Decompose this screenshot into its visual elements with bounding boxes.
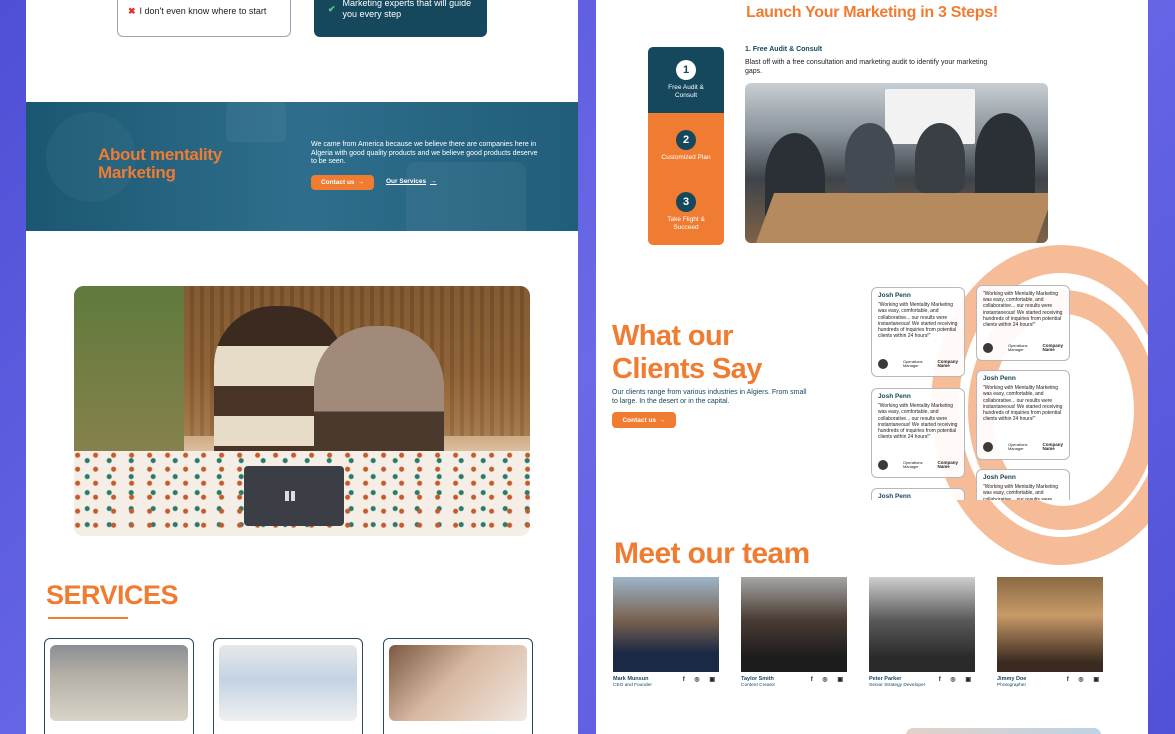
testimonial-card: "Working with Mentality Marketing was ea…: [976, 285, 1070, 361]
social-icons[interactable]: f ◎ ▣: [683, 676, 719, 683]
arrow-right-icon: →: [430, 178, 437, 185]
contact-us-label: Contact us: [622, 416, 657, 424]
about-title: About mentality Marketing: [98, 145, 222, 182]
member-role: Senior Strategy Developer: [869, 683, 926, 688]
social-icons[interactable]: f ◎ ▣: [811, 676, 847, 683]
social-icons[interactable]: f ◎ ▣: [939, 676, 975, 683]
service-card[interactable]: [213, 638, 363, 734]
service-image: [50, 645, 188, 721]
avatar: [878, 358, 888, 369]
services-underline: [48, 617, 128, 619]
step-number: 3: [676, 192, 696, 212]
testimonial-quote: "Working with Mentality Marketing was ea…: [983, 385, 1063, 423]
testimonial-role: Operations Manager: [1007, 441, 1028, 452]
arrow-right-icon: →: [357, 179, 365, 186]
step-label: Free Audit & Consult: [668, 84, 704, 99]
testimonial-name: Josh Penn: [878, 393, 911, 400]
testimonial-name: Josh Penn: [878, 493, 911, 500]
company-name: Company Name: [1042, 342, 1063, 353]
avatar: [983, 342, 993, 353]
about-banner: About mentality Marketing We came from A…: [26, 102, 578, 231]
testimonial-card: Josh Penn "Working with Mentality Market…: [976, 370, 1070, 460]
testimonial-role: Operations Manager: [902, 459, 923, 470]
member-name: Mark Munsun: [613, 676, 649, 682]
left-page-preview: ✖ I don't even know where to start ✔ Mark…: [26, 0, 578, 734]
launch-title: Launch Your Marketing in 3 Steps!: [746, 4, 998, 21]
avatar: [878, 459, 888, 470]
hero-photo: [74, 286, 530, 536]
pain-point-card: ✖ I don't even know where to start: [117, 0, 291, 37]
member-name: Jimmy Doe: [997, 676, 1027, 682]
steps-list: 1 Free Audit & Consult 2 Customized Plan…: [648, 47, 724, 245]
member-photo: [613, 577, 719, 672]
testimonial-role: Operations Manager: [902, 358, 923, 369]
contact-us-button[interactable]: Contact us →: [612, 412, 676, 428]
company-name: Company Name: [1042, 441, 1063, 452]
service-image: [219, 645, 357, 721]
step-item[interactable]: 2 Customized Plan: [648, 113, 724, 179]
clients-title: What our Clients Say: [612, 320, 762, 386]
testimonial-card: Josh Penn: [871, 488, 965, 500]
step-description: Blast off with a free consultation and m…: [745, 59, 988, 75]
benefit-card: ✔ Marketing experts that will guide you …: [314, 0, 487, 37]
testimonial-card: Josh Penn "Working with Mentality Market…: [976, 469, 1070, 500]
testimonial-name: Josh Penn: [983, 474, 1016, 481]
social-icons[interactable]: f ◎ ▣: [1067, 676, 1103, 683]
services-title: SERVICES: [46, 580, 179, 610]
team-member: Jimmy Doe f ◎ ▣ Photographer: [997, 577, 1103, 688]
service-card[interactable]: [383, 638, 533, 734]
testimonial-name: Josh Penn: [878, 292, 911, 299]
member-photo: [869, 577, 975, 672]
member-role: CEO and Founder: [613, 683, 652, 688]
team-title: Meet our team: [614, 537, 810, 570]
about-text: We came from America because we believe …: [311, 141, 538, 165]
testimonial-card: Josh Penn "Working with Mentality Market…: [871, 388, 965, 478]
clients-title-line: Clients Say: [612, 353, 762, 385]
step-number: 1: [676, 60, 696, 80]
step-number: 2: [676, 130, 696, 150]
member-photo: [741, 577, 847, 672]
right-page-preview: Launch Your Marketing in 3 Steps! 1 Free…: [596, 0, 1148, 734]
clients-title-line: What our: [612, 320, 733, 352]
member-role: Photographer: [997, 683, 1027, 688]
step-label: Customized Plan: [661, 154, 711, 161]
team-member: Taylor Smith f ◎ ▣ Content Creator: [741, 577, 847, 688]
contact-us-button[interactable]: Contact us →: [311, 175, 374, 190]
testimonial-card: Josh Penn "Working with Mentality Market…: [871, 287, 965, 377]
pain-point-text: I don't even know where to start: [139, 6, 267, 16]
testimonial-quote: "Working with Mentality Marketing was ea…: [983, 291, 1063, 329]
step-item[interactable]: 1 Free Audit & Consult: [648, 47, 724, 113]
team-member: Mark Munsun f ◎ ▣ CEO and Founder: [613, 577, 719, 688]
next-section-preview: [906, 728, 1101, 734]
contact-us-label: Contact us: [320, 179, 355, 186]
service-image: [389, 645, 527, 721]
member-role: Content Creator: [741, 683, 776, 688]
testimonials-grid: Josh Penn "Working with Mentality Market…: [868, 285, 1073, 500]
testimonial-quote: "Working with Mentality Marketing was ea…: [983, 484, 1059, 500]
step-label: Take Flight & Succeed: [667, 216, 705, 231]
testimonial-role: Operations Manager: [1007, 342, 1028, 353]
service-card[interactable]: [44, 638, 194, 734]
company-name: Company Name: [937, 358, 958, 369]
our-services-label: Our Services: [386, 178, 427, 185]
meeting-photo: [745, 83, 1048, 243]
testimonial-name: Josh Penn: [983, 375, 1016, 382]
arrow-right-icon: →: [659, 416, 666, 424]
our-services-link[interactable]: Our Services →: [386, 178, 437, 185]
step-heading: 1. Free Audit & Consult: [745, 46, 823, 53]
testimonial-quote: "Working with Mentality Marketing was ea…: [878, 302, 958, 340]
step-item[interactable]: 3 Take Flight & Succeed: [648, 179, 724, 245]
benefit-text: Marketing experts that will guide you ev…: [342, 0, 472, 19]
avatar: [983, 441, 993, 452]
member-photo: [997, 577, 1103, 672]
member-name: Peter Parker: [869, 676, 902, 682]
testimonial-quote: "Working with Mentality Marketing was ea…: [878, 403, 958, 441]
team-member: Peter Parker f ◎ ▣ Senior Strategy Develo…: [869, 577, 975, 688]
x-icon: ✖: [128, 6, 136, 16]
clients-text: Our clients range from various industrie…: [612, 389, 807, 405]
check-icon: ✔: [328, 4, 336, 14]
member-name: Taylor Smith: [741, 676, 774, 682]
company-name: Company Name: [937, 459, 958, 470]
